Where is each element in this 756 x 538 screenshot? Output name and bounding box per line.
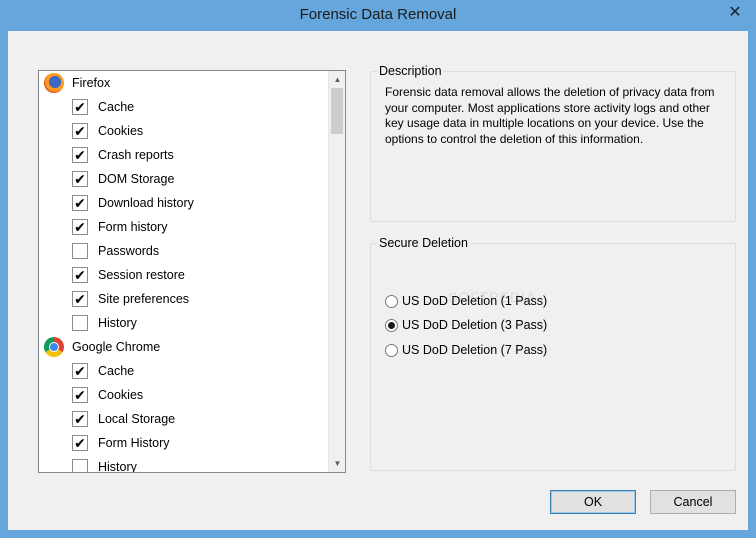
radio-button[interactable] — [385, 318, 398, 332]
item-checkbox[interactable]: ✔ — [72, 291, 88, 307]
tree-item[interactable]: History — [39, 455, 327, 473]
tree-item-label: Form History — [98, 436, 170, 450]
check-icon: ✔ — [74, 123, 86, 139]
check-icon: ✔ — [74, 99, 86, 115]
tree-item[interactable]: ✔ Cookies — [39, 383, 327, 407]
tree-item-label: Download history — [98, 196, 194, 210]
radio-selected-dot — [388, 321, 395, 329]
item-checkbox[interactable] — [72, 459, 88, 472]
item-checkbox[interactable]: ✔ — [72, 171, 88, 187]
check-icon: ✔ — [74, 267, 86, 283]
close-icon: ✕ — [728, 4, 742, 21]
tree-item[interactable]: ✔ Session restore — [39, 263, 327, 287]
tree-list: Firefox ✔ Cache ✔ Cookies ✔ Crash reports ✔ DOM … — [39, 71, 327, 473]
deletion-option-2[interactable]: US DoD Deletion (3 Pass) — [385, 318, 547, 332]
tree-item[interactable]: Passwords — [39, 239, 327, 263]
tree-item-label: Passwords — [98, 244, 160, 258]
dialog-window: Forensic Data Removal ✕ Firefox ✔ Cache ✔ Co… — [0, 0, 756, 538]
cancel-button[interactable]: Cancel — [650, 490, 736, 514]
deletion-option-1[interactable]: US DoD Deletion (1 Pass) — [385, 294, 547, 308]
item-checkbox[interactable]: ✔ — [72, 411, 88, 427]
tree-item[interactable]: ✔ DOM Storage — [39, 167, 327, 191]
scroll-up-arrow-icon[interactable]: ▲ — [329, 71, 345, 88]
tree-item-label: Session restore — [98, 268, 185, 282]
tree-item-label: Form history — [98, 220, 168, 234]
check-icon: ✔ — [74, 219, 86, 235]
dialog-client-area: Firefox ✔ Cache ✔ Cookies ✔ Crash reports ✔ DOM … — [8, 31, 748, 530]
secure-deletion-title: Secure Deletion — [377, 236, 470, 250]
tree-item-label: Local Storage — [98, 412, 176, 426]
tree-item[interactable]: ✔ Cookies — [39, 119, 327, 143]
item-checkbox[interactable]: ✔ — [72, 387, 88, 403]
check-icon: ✔ — [74, 435, 86, 451]
browser-data-tree[interactable]: Firefox ✔ Cache ✔ Cookies ✔ Crash reports ✔ DOM … — [38, 70, 346, 473]
description-text: Forensic data removal allows the deletio… — [385, 85, 715, 146]
tree-item[interactable]: ✔ Site preferences — [39, 287, 327, 311]
check-icon: ✔ — [74, 411, 86, 427]
title-bar[interactable]: Forensic Data Removal ✕ — [0, 0, 756, 31]
deletion-option-3[interactable]: US DoD Deletion (7 Pass) — [385, 343, 547, 357]
item-checkbox[interactable] — [72, 315, 88, 331]
item-checkbox[interactable]: ✔ — [72, 363, 88, 379]
item-checkbox[interactable]: ✔ — [72, 195, 88, 211]
tree-group-label: Firefox — [72, 76, 111, 90]
check-icon: ✔ — [74, 387, 86, 403]
secure-deletion-group: Secure Deletion US DoD Deletion (1 Pass)… — [370, 236, 736, 471]
tree-group-label: Google Chrome — [72, 340, 161, 354]
tree-item[interactable]: ✔ Form history — [39, 215, 327, 239]
deletion-option-label: US DoD Deletion (1 Pass) — [402, 294, 548, 308]
tree-item[interactable]: History — [39, 311, 327, 335]
tree-item[interactable]: ✔ Cache — [39, 95, 327, 119]
tree-item-label: History — [98, 460, 137, 473]
item-checkbox[interactable]: ✔ — [72, 435, 88, 451]
scroll-thumb[interactable] — [331, 88, 343, 134]
description-title: Description — [377, 64, 444, 78]
tree-item[interactable]: ✔ Local Storage — [39, 407, 327, 431]
check-icon: ✔ — [74, 363, 86, 379]
description-group: Description Forensic data removal allows… — [370, 64, 736, 222]
item-checkbox[interactable]: ✔ — [72, 219, 88, 235]
tree-item-label: Cache — [98, 100, 135, 114]
item-checkbox[interactable]: ✔ — [72, 267, 88, 283]
item-checkbox[interactable] — [72, 243, 88, 259]
check-icon: ✔ — [74, 171, 86, 187]
scroll-down-arrow-icon[interactable]: ▼ — [329, 455, 345, 472]
chrome-icon — [44, 337, 64, 357]
deletion-option-label: US DoD Deletion (3 Pass) — [402, 318, 548, 332]
tree-group-firefox[interactable]: Firefox — [39, 71, 327, 95]
ok-button[interactable]: OK — [550, 490, 636, 514]
close-button[interactable]: ✕ — [720, 1, 750, 23]
item-checkbox[interactable]: ✔ — [72, 147, 88, 163]
tree-item-label: History — [98, 316, 137, 330]
tree-item[interactable]: ✔ Cache — [39, 359, 327, 383]
check-icon: ✔ — [74, 291, 86, 307]
check-icon: ✔ — [74, 195, 86, 211]
window-title: Forensic Data Removal — [299, 6, 457, 23]
tree-item[interactable]: ✔ Download history — [39, 191, 327, 215]
item-checkbox[interactable]: ✔ — [72, 123, 88, 139]
tree-item-label: Site preferences — [98, 292, 190, 306]
check-icon: ✔ — [74, 147, 86, 163]
deletion-option-label: US DoD Deletion (7 Pass) — [402, 343, 548, 357]
tree-item-label: Cookies — [98, 124, 144, 138]
radio-button[interactable] — [385, 294, 398, 308]
radio-button[interactable] — [385, 343, 398, 357]
tree-item[interactable]: ✔ Crash reports — [39, 143, 327, 167]
tree-item-label: Cookies — [98, 388, 144, 402]
tree-item[interactable]: ✔ Form History — [39, 431, 327, 455]
tree-group-google-chrome[interactable]: Google Chrome — [39, 335, 327, 359]
tree-item-label: Cache — [98, 364, 135, 378]
tree-item-label: DOM Storage — [98, 172, 175, 186]
tree-item-label: Crash reports — [98, 148, 174, 162]
firefox-icon — [44, 73, 64, 93]
item-checkbox[interactable]: ✔ — [72, 99, 88, 115]
tree-scrollbar[interactable]: ▲ ▼ — [328, 71, 345, 472]
